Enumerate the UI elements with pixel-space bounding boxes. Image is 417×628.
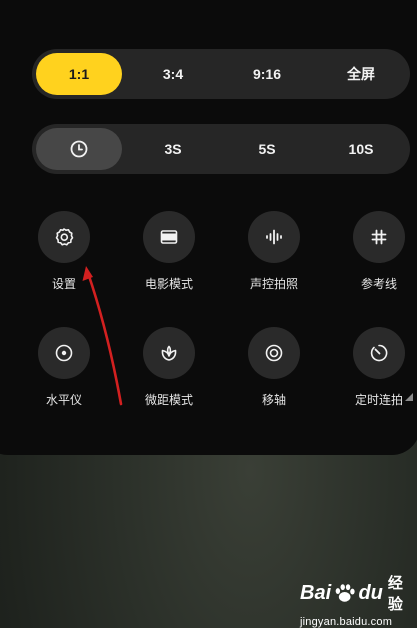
tile-tilt-shift-button[interactable] xyxy=(248,327,300,379)
ratio-option-fullscreen[interactable]: 全屏 xyxy=(318,53,404,95)
timer-burst-icon xyxy=(370,344,388,362)
tile-tilt-shift[interactable]: 移轴 xyxy=(219,327,329,408)
tile-grid-lines[interactable]: 参考线 xyxy=(324,211,417,292)
resize-corner-indicator xyxy=(405,393,413,401)
tile-level-button[interactable] xyxy=(38,327,90,379)
grid-hash-icon xyxy=(371,229,387,245)
watermark-url: jingyan.baidu.com xyxy=(300,616,393,628)
tile-macro-mode-button[interactable] xyxy=(143,327,195,379)
tile-grid-lines-label: 参考线 xyxy=(360,277,397,291)
tile-voice-capture[interactable]: 声控拍照 xyxy=(219,211,329,292)
movie-frame-icon xyxy=(160,230,178,244)
timer-option-3s[interactable]: 3S xyxy=(130,128,216,170)
aspect-ratio-selector: 1:1 3:4 9:16 全屏 xyxy=(32,49,410,99)
baidu-jingyan-watermark: Bai du 经验 jingyan.baidu.com xyxy=(300,572,417,628)
ratio-option-3-4[interactable]: 3:4 xyxy=(130,53,216,95)
tile-tilt-shift-label: 移轴 xyxy=(261,393,286,407)
timer-selector: 3S 5S 10S xyxy=(32,124,410,174)
watermark-brand-du: du xyxy=(358,581,383,604)
tile-grid-lines-button[interactable] xyxy=(353,211,405,263)
tile-settings[interactable]: 设置 xyxy=(9,211,119,292)
tile-timer-burst[interactable]: 定时连拍 xyxy=(324,327,417,408)
macro-flower-icon xyxy=(161,345,177,361)
tile-movie-mode-button[interactable] xyxy=(143,211,195,263)
tile-macro-mode-label: 微距模式 xyxy=(144,393,193,407)
voice-wave-icon xyxy=(266,229,282,245)
tile-voice-capture-button[interactable] xyxy=(248,211,300,263)
tile-level[interactable]: 水平仪 xyxy=(9,327,119,408)
tile-macro-mode[interactable]: 微距模式 xyxy=(114,327,224,408)
timer-option-5s[interactable]: 5S xyxy=(224,128,310,170)
clock-icon xyxy=(70,140,88,158)
tile-settings-label: 设置 xyxy=(51,277,76,291)
tile-movie-mode[interactable]: 电影模式 xyxy=(114,211,224,292)
tile-timer-burst-label: 定时连拍 xyxy=(354,393,403,407)
tile-voice-capture-label: 声控拍照 xyxy=(249,277,298,291)
tile-movie-mode-label: 电影模式 xyxy=(144,277,193,291)
watermark-brand-jingyan: 经验 xyxy=(387,574,403,613)
tile-timer-burst-button[interactable] xyxy=(353,327,405,379)
tilt-shift-icon xyxy=(265,344,283,362)
timer-option-10s[interactable]: 10S xyxy=(318,128,404,170)
tile-settings-button[interactable] xyxy=(38,211,90,263)
gear-icon xyxy=(55,228,74,246)
timer-option-off[interactable] xyxy=(36,128,122,170)
ratio-option-9-16[interactable]: 9:16 xyxy=(224,53,310,95)
baidu-paw-icon xyxy=(335,584,355,602)
level-icon xyxy=(55,344,73,362)
ratio-option-1-1[interactable]: 1:1 xyxy=(36,53,122,95)
tile-level-label: 水平仪 xyxy=(45,393,82,407)
watermark-brand-bai: Bai xyxy=(300,581,332,604)
